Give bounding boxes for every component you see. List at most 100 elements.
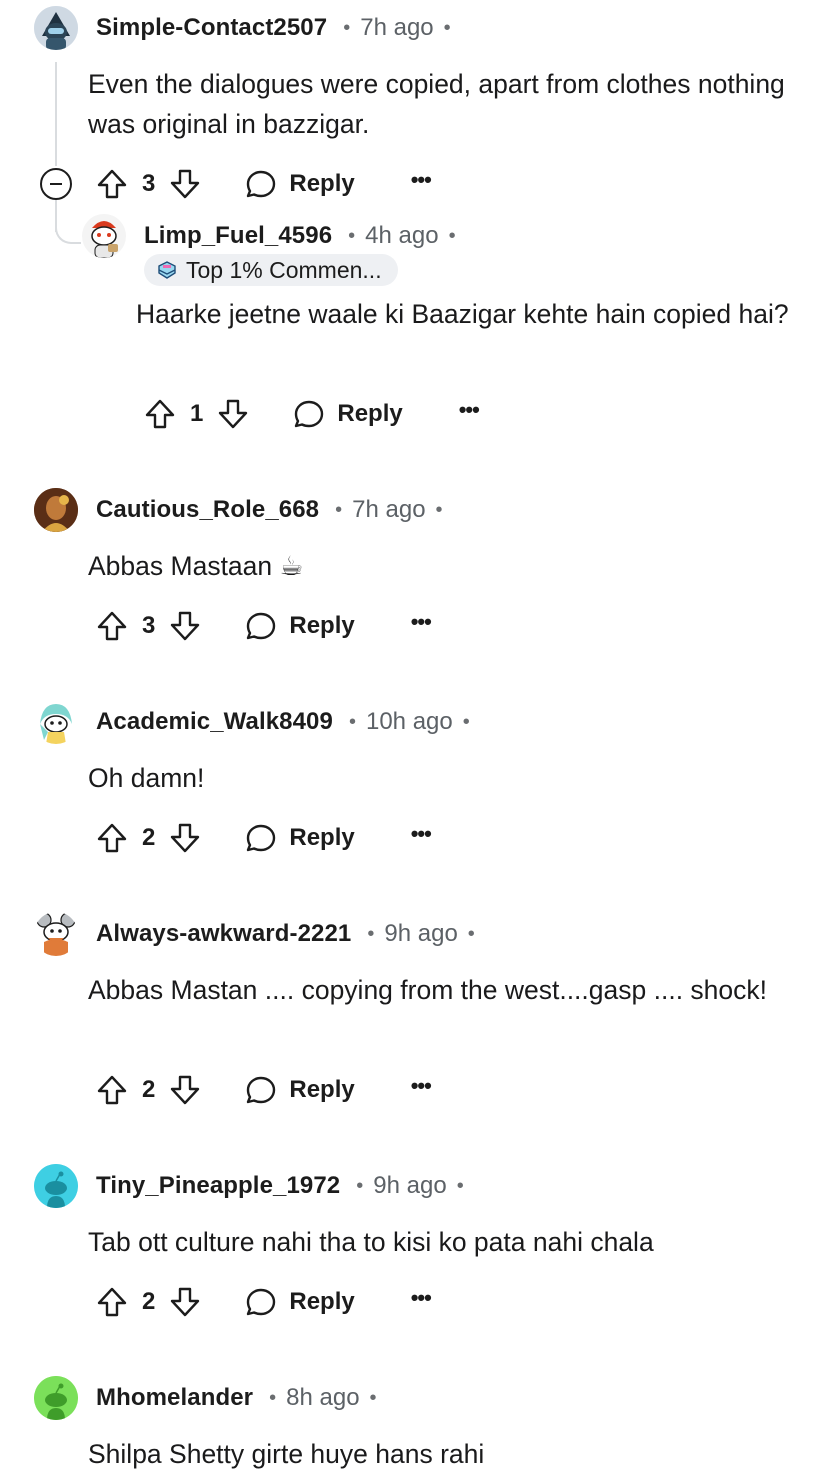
collapse-thread-button[interactable] xyxy=(40,168,72,200)
upvote-icon[interactable] xyxy=(96,1074,128,1106)
more-options-button[interactable]: ••• xyxy=(411,1285,432,1311)
top-commenter-badge[interactable]: Top 1% Commen... xyxy=(144,254,398,286)
speech-bubble-icon xyxy=(247,1288,276,1316)
separator-dot: • xyxy=(356,1174,364,1197)
badge-label: Top 1% Commen... xyxy=(186,256,382,283)
username[interactable]: Always-awkward-2221 xyxy=(96,920,351,948)
reply-label: Reply xyxy=(289,1288,355,1315)
comment-actions: 1 Reply ••• xyxy=(144,392,480,436)
avatar[interactable] xyxy=(34,1376,78,1420)
vote-score: 3 xyxy=(142,170,156,197)
timestamp: 7h ago xyxy=(352,496,426,523)
photo-avatar-icon xyxy=(34,488,78,532)
comment-actions: 2 Reply ••• xyxy=(96,816,432,860)
speech-bubble-icon xyxy=(247,824,276,852)
separator-dot: • xyxy=(462,710,470,733)
downvote-icon[interactable] xyxy=(169,1286,201,1318)
separator-dot: • xyxy=(456,1174,464,1197)
timestamp: 4h ago xyxy=(365,222,439,249)
separator-dot: • xyxy=(269,1386,277,1409)
reply-label: Reply xyxy=(289,824,355,851)
separator-dot: • xyxy=(348,710,356,733)
username[interactable]: Cautious_Role_668 xyxy=(96,496,319,524)
comment-header: Cautious_Role_668 • 7h ago • xyxy=(34,488,443,532)
upvote-icon[interactable] xyxy=(96,610,128,642)
comment-header: Always-awkward-2221 • 9h ago • xyxy=(34,912,475,956)
timestamp: 10h ago xyxy=(365,708,453,735)
avatar[interactable] xyxy=(34,700,78,744)
separator-dot: • xyxy=(348,224,356,247)
reply-button[interactable]: Reply xyxy=(245,610,355,642)
comment-actions: 3 Reply ••• xyxy=(96,162,432,206)
snoo-default-green-avatar-icon xyxy=(34,1376,78,1420)
downvote-icon[interactable] xyxy=(217,398,249,430)
username[interactable]: Simple-Contact2507 xyxy=(96,14,327,42)
vote-score: 3 xyxy=(142,612,156,639)
speech-bubble-icon xyxy=(247,1076,276,1104)
separator-dot: • xyxy=(435,498,443,521)
downvote-icon[interactable] xyxy=(169,610,201,642)
more-options-button[interactable]: ••• xyxy=(411,821,432,847)
comment-body: Haarke jeetne waale ki Baazigar kehte ha… xyxy=(136,299,789,329)
upvote-icon[interactable] xyxy=(96,1286,128,1318)
comment-header: Tiny_Pineapple_1972 • 9h ago • xyxy=(34,1164,464,1208)
vote-score: 1 xyxy=(190,400,204,427)
speech-bubble-icon xyxy=(247,612,276,640)
vote-group: 3 xyxy=(96,168,201,200)
snoo-mouse-ears-avatar-icon xyxy=(34,912,78,956)
comment-body: Abbas Mastan .... copying from the west.… xyxy=(88,975,768,1005)
upvote-icon[interactable] xyxy=(96,168,128,200)
thread-line xyxy=(55,62,57,166)
username[interactable]: Limp_Fuel_4596 xyxy=(144,222,332,250)
separator-dot: • xyxy=(369,1386,377,1409)
downvote-icon[interactable] xyxy=(169,822,201,854)
vote-group: 2 xyxy=(96,822,201,854)
more-options-button[interactable]: ••• xyxy=(411,1073,432,1099)
snoo-dark-helmet-avatar-icon xyxy=(34,6,78,50)
separator-dot: • xyxy=(448,224,456,247)
upvote-icon[interactable] xyxy=(144,398,176,430)
avatar[interactable] xyxy=(34,488,78,532)
reply-button[interactable]: Reply xyxy=(245,822,355,854)
reply-label: Reply xyxy=(337,400,403,427)
username[interactable]: Tiny_Pineapple_1972 xyxy=(96,1172,340,1200)
avatar[interactable] xyxy=(34,1164,78,1208)
separator-dot: • xyxy=(367,922,375,945)
more-options-button[interactable]: ••• xyxy=(459,397,480,423)
reply-button[interactable]: Reply xyxy=(293,398,403,430)
downvote-icon[interactable] xyxy=(169,168,201,200)
comment-actions: 3 Reply ••• xyxy=(96,604,432,648)
reply-button[interactable]: Reply xyxy=(245,168,355,200)
more-options-button[interactable]: ••• xyxy=(411,609,432,635)
reply-button[interactable]: Reply xyxy=(245,1074,355,1106)
reply-button[interactable]: Reply xyxy=(245,1286,355,1318)
thread-branch-curve xyxy=(55,216,81,244)
username[interactable]: Academic_Walk8409 xyxy=(96,708,333,736)
avatar[interactable] xyxy=(34,6,78,50)
separator-dot: • xyxy=(343,16,351,39)
comment-header: Limp_Fuel_4596 • 4h ago • xyxy=(82,214,456,258)
snoo-teal-hair-avatar-icon xyxy=(34,700,78,744)
comment-body: Tab ott culture nahi tha to kisi ko pata… xyxy=(88,1227,654,1257)
username[interactable]: Mhomelander xyxy=(96,1384,253,1412)
avatar[interactable] xyxy=(82,214,126,258)
comment-header: Mhomelander • 8h ago • xyxy=(34,1376,377,1420)
speech-bubble-icon xyxy=(247,170,276,198)
reply-label: Reply xyxy=(289,612,355,639)
timestamp: 8h ago xyxy=(286,1384,360,1411)
avatar[interactable] xyxy=(34,912,78,956)
vote-score: 2 xyxy=(142,824,156,851)
vote-group: 2 xyxy=(96,1074,201,1106)
comment-actions: 2 Reply ••• xyxy=(96,1068,432,1112)
snoo-red-hair-avatar-icon xyxy=(82,214,126,258)
reply-label: Reply xyxy=(289,170,355,197)
comment-body: Shilpa Shetty girte huye hans rahi xyxy=(88,1439,485,1469)
timestamp: 9h ago xyxy=(373,1172,447,1199)
comment-actions: 2 Reply ••• xyxy=(96,1280,432,1324)
more-options-button[interactable]: ••• xyxy=(411,167,432,193)
vote-score: 2 xyxy=(142,1076,156,1103)
reply-label: Reply xyxy=(289,1076,355,1103)
downvote-icon[interactable] xyxy=(169,1074,201,1106)
comment-header: Simple-Contact2507 • 7h ago • xyxy=(34,6,451,50)
upvote-icon[interactable] xyxy=(96,822,128,854)
